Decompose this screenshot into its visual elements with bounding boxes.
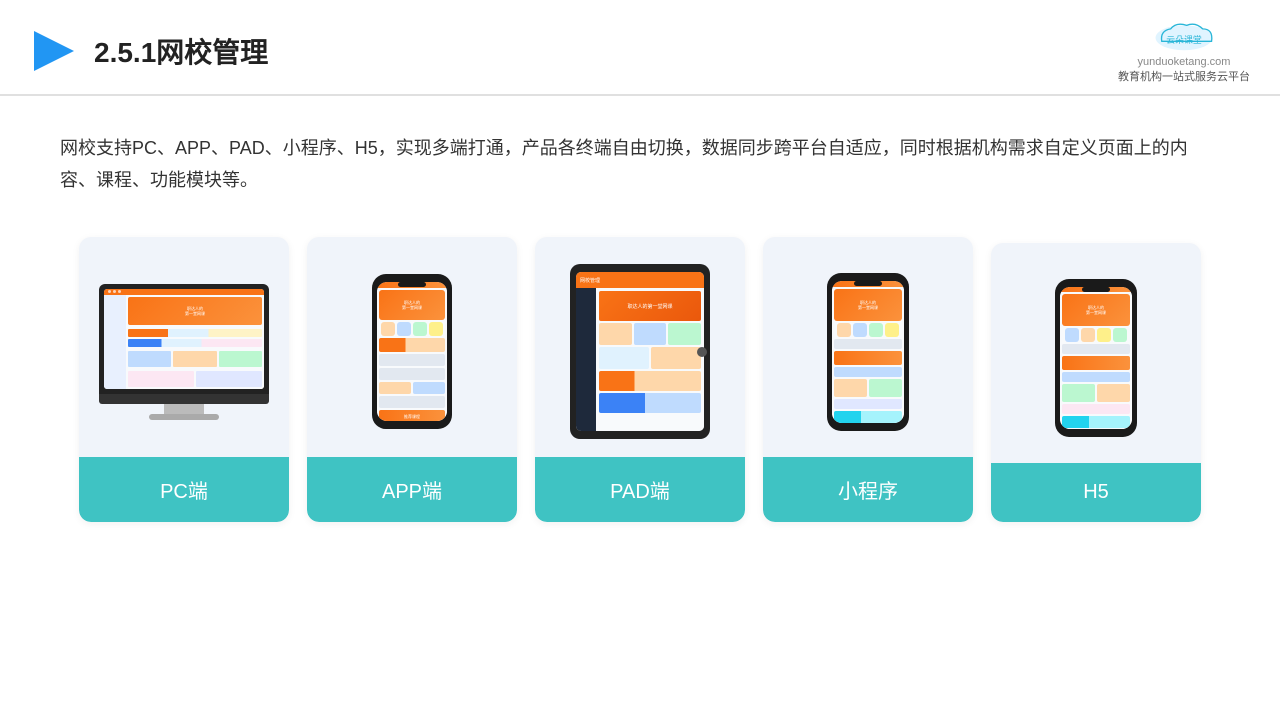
app-content-block-3 [379, 368, 445, 380]
mini-icon-2 [853, 323, 867, 337]
header: 2.5.1网校管理 云朵课堂 yunduoketang.com 教育机构一站式服… [0, 0, 1280, 96]
header-left: 2.5.1网校管理 [30, 27, 268, 75]
app-content-block-2 [379, 354, 445, 366]
app-phone-outer: 网校 职达人的第一堂网课 [372, 274, 452, 429]
card-pc: 职达人的第一堂网课 [79, 237, 289, 522]
mini-phone-banner-text: 职达人的第一堂网课 [858, 300, 878, 310]
card-app-label: APP端 [307, 457, 517, 522]
mini-phone-notch [854, 281, 882, 286]
pc-screen-inner: 职达人的第一堂网课 [104, 289, 264, 389]
tablet-card-2 [634, 323, 667, 345]
card-pc-image: 职达人的第一堂网课 [79, 237, 289, 457]
card-miniprogram-label: 小程序 [763, 457, 973, 522]
h5-phone-mockup: H5 职达人的第一堂网课 [1055, 279, 1137, 437]
description-text: 网校支持PC、APP、PAD、小程序、H5，实现多端打通，产品各终端自由切换，数… [60, 132, 1220, 197]
h5-icon-1 [1065, 328, 1079, 342]
brand-logo: 云朵课堂 [1144, 18, 1224, 54]
app-phone-banner: 职达人的第一堂网课 [379, 290, 445, 320]
app-content-block-4 [379, 396, 445, 408]
app-phone-banner-text: 职达人的第一堂网课 [402, 300, 422, 310]
mini-icon-1 [837, 323, 851, 337]
svg-text:云朵课堂: 云朵课堂 [1166, 34, 1202, 45]
card-pad-image: 网校管理 职达人的第一堂网课 [535, 237, 745, 457]
app-icon-3 [413, 322, 427, 336]
card-h5-image: H5 职达人的第一堂网课 [991, 243, 1201, 463]
mini-phone-banner: 职达人的第一堂网课 [834, 289, 902, 321]
mini-phone-screen: 小程序 职达人的第一堂网课 [832, 281, 904, 423]
app-icon-4 [429, 322, 443, 336]
tablet-home-btn [697, 347, 707, 357]
h5-icon-3 [1097, 328, 1111, 342]
card-pad-label: PAD端 [535, 457, 745, 522]
app-phone-notch [398, 282, 426, 287]
app-icon-2 [397, 322, 411, 336]
main-content: 网校支持PC、APP、PAD、小程序、H5，实现多端打通，产品各终端自由切换，数… [0, 96, 1280, 552]
pc-base [149, 414, 219, 420]
h5-phone-banner: 职达人的第一堂网课 [1062, 294, 1130, 326]
app-content-block-1 [379, 338, 445, 352]
card-pad: 网校管理 职达人的第一堂网课 [535, 237, 745, 522]
tablet-sidebar [576, 288, 596, 431]
page-title: 2.5.1网校管理 [94, 31, 268, 71]
tablet-top-bar: 网校管理 [576, 272, 704, 288]
mini-icon-4 [885, 323, 899, 337]
tablet-main: 职达人的第一堂网课 [596, 288, 704, 431]
logo-tagline: 教育机构一站式服务云平台 [1118, 68, 1250, 84]
app-phone-screen: 网校 职达人的第一堂网课 [377, 282, 447, 421]
card-h5-label: H5 [991, 463, 1201, 522]
cards-container: 职达人的第一堂网课 [60, 237, 1220, 522]
h5-icon-4 [1113, 328, 1127, 342]
mini-phone-outer: 小程序 职达人的第一堂网课 [827, 273, 909, 431]
card-pc-label: PC端 [79, 457, 289, 522]
pc-screen: 职达人的第一堂网课 [99, 284, 269, 394]
app-phone-mockup: 网校 职达人的第一堂网课 [372, 274, 452, 429]
h5-phone-notch [1082, 287, 1110, 292]
h5-phone-banner-text: 职达人的第一堂网课 [1086, 305, 1106, 315]
tablet-mockup: 网校管理 职达人的第一堂网课 [570, 264, 710, 439]
logo-area: 云朵课堂 yunduoketang.com 教育机构一站式服务云平台 [1118, 18, 1250, 84]
mini-icon-3 [869, 323, 883, 337]
tablet-outer: 网校管理 职达人的第一堂网课 [570, 264, 710, 439]
tablet-card-3 [668, 323, 701, 345]
mini-phone-mockup: 小程序 职达人的第一堂网课 [827, 273, 909, 431]
tablet-screen: 网校管理 职达人的第一堂网课 [576, 272, 704, 431]
logo-url: yunduoketang.com [1138, 56, 1231, 68]
h5-icon-2 [1081, 328, 1095, 342]
tablet-card-4 [599, 347, 649, 369]
app-icon-1 [381, 322, 395, 336]
h5-phone-outer: H5 职达人的第一堂网课 [1055, 279, 1137, 437]
card-miniprogram: 小程序 职达人的第一堂网课 [763, 237, 973, 522]
tablet-banner: 职达人的第一堂网课 [599, 291, 701, 321]
tablet-card-1 [599, 323, 632, 345]
card-app-image: 网校 职达人的第一堂网课 [307, 237, 517, 457]
tablet-card-5 [651, 347, 701, 369]
card-miniprogram-image: 小程序 职达人的第一堂网课 [763, 237, 973, 457]
pc-mockup: 职达人的第一堂网课 [99, 284, 269, 420]
play-icon [30, 27, 78, 75]
pc-bottom-bezel [99, 394, 269, 404]
pc-stand [164, 404, 204, 414]
card-app: 网校 职达人的第一堂网课 [307, 237, 517, 522]
card-h5: H5 职达人的第一堂网课 [991, 243, 1201, 522]
h5-phone-screen: H5 职达人的第一堂网课 [1060, 287, 1132, 429]
